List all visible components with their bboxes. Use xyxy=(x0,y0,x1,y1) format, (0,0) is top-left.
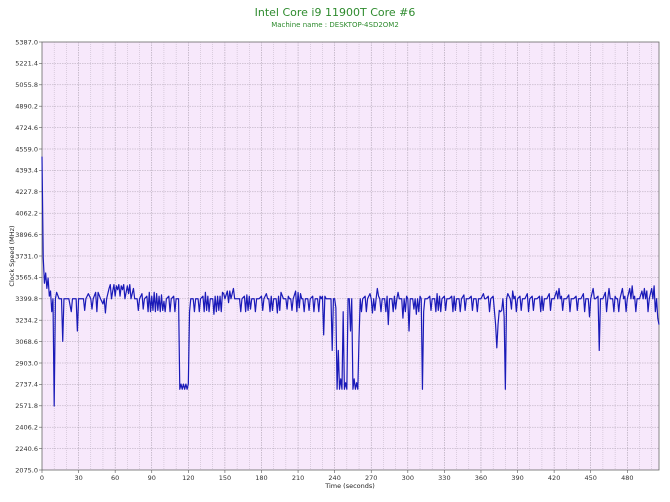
y-tick-label: 3068.6 xyxy=(15,338,38,346)
y-tick-label: 5221.4 xyxy=(15,60,38,68)
y-tick-label: 2240.6 xyxy=(15,445,38,453)
x-tick-label: 60 xyxy=(111,474,119,482)
x-tick-label: 270 xyxy=(365,474,377,482)
chart-subtitle: Machine name : DESKTOP-4SD2OM2 xyxy=(271,21,399,29)
clock-speed-chart: Intel Core i9 11900T Core #6 Machine nam… xyxy=(8,6,660,490)
y-tick-label: 3731.0 xyxy=(15,252,38,260)
x-axis-label: Time (seconds) xyxy=(324,482,375,490)
y-tick-label: 4890.2 xyxy=(15,103,38,111)
x-tick-label: 360 xyxy=(475,474,487,482)
y-tick-label: 2406.2 xyxy=(15,424,38,432)
y-tick-label: 3896.6 xyxy=(15,231,38,239)
y-tick-label: 4062.2 xyxy=(15,210,38,218)
y-tick-label: 3399.8 xyxy=(15,295,38,303)
y-axis-ticks: 5387.0 5221.4 5055.8 4890.2 4724.6 4559.0 4393… xyxy=(15,38,42,474)
y-tick-label: 4724.6 xyxy=(15,124,38,132)
y-tick-label: 4559.0 xyxy=(15,145,38,153)
y-tick-label: 4227.8 xyxy=(15,188,38,196)
y-tick-label: 2075.0 xyxy=(15,466,38,474)
x-tick-label: 180 xyxy=(255,474,267,482)
x-tick-label: 450 xyxy=(585,474,597,482)
x-tick-label: 480 xyxy=(621,474,633,482)
x-tick-label: 420 xyxy=(548,474,560,482)
x-tick-label: 90 xyxy=(148,474,156,482)
x-tick-label: 30 xyxy=(74,474,82,482)
y-tick-label: 2571.8 xyxy=(15,402,38,410)
x-tick-label: 210 xyxy=(292,474,304,482)
y-axis-label: Clock Speed (MHz) xyxy=(8,225,16,286)
x-tick-label: 120 xyxy=(182,474,194,482)
chart-title: Intel Core i9 11900T Core #6 xyxy=(255,6,416,19)
x-tick-label: 300 xyxy=(402,474,414,482)
x-axis-ticks: 0 30 60 90 120 150 180 210 240 270 300 330 360 390 420… xyxy=(40,470,634,482)
y-tick-label: 5387.0 xyxy=(15,38,38,46)
y-tick-label: 2737.4 xyxy=(15,381,38,389)
x-tick-label: 330 xyxy=(438,474,450,482)
y-tick-label: 5055.8 xyxy=(15,81,38,89)
x-tick-label: 390 xyxy=(511,474,523,482)
x-tick-label: 0 xyxy=(40,474,44,482)
x-tick-label: 240 xyxy=(328,474,340,482)
y-tick-label: 3565.4 xyxy=(15,274,38,282)
y-tick-label: 2903.0 xyxy=(15,359,38,367)
y-tick-label: 3234.2 xyxy=(15,317,38,325)
y-tick-label: 4393.4 xyxy=(15,167,38,175)
x-tick-label: 150 xyxy=(219,474,231,482)
